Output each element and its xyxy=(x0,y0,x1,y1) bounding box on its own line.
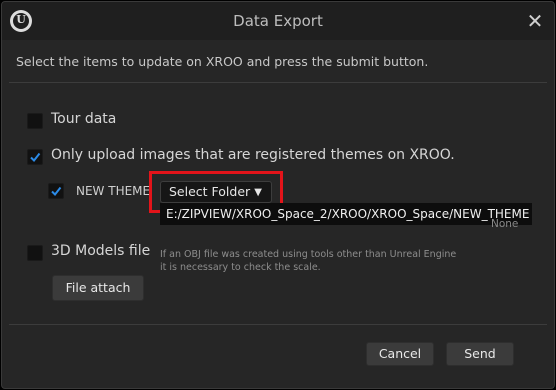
divider xyxy=(9,324,547,325)
close-icon[interactable]: ✕ xyxy=(524,10,546,32)
instruction-text: Select the items to update on XROO and p… xyxy=(16,54,429,69)
note-line-1: If an OBJ file was created using tools o… xyxy=(160,249,457,260)
divider xyxy=(9,82,547,83)
3d-models-label: 3D Models file xyxy=(51,243,151,259)
new-theme-checkbox[interactable] xyxy=(48,183,64,199)
only-registered-checkbox[interactable] xyxy=(27,149,43,165)
file-attach-button[interactable]: File attach xyxy=(52,275,144,301)
none-label: None xyxy=(491,218,519,230)
obj-scale-note: If an OBJ file was created using tools o… xyxy=(160,248,490,274)
tour-data-label: Tour data xyxy=(51,111,117,127)
data-export-dialog: U Data Export ✕ Select the items to upda… xyxy=(1,1,555,389)
tour-data-checkbox[interactable] xyxy=(27,113,43,129)
checkmark-icon xyxy=(51,186,62,197)
note-line-2: it is necessary to check the scale. xyxy=(160,262,321,273)
only-registered-label: Only upload images that are registered t… xyxy=(51,147,455,163)
title-bar[interactable]: U Data Export ✕ xyxy=(2,2,554,40)
cancel-button[interactable]: Cancel xyxy=(366,342,434,366)
dialog-title: Data Export xyxy=(233,12,323,30)
checkmark-icon xyxy=(30,152,41,163)
new-theme-label: NEW THEME xyxy=(76,184,151,198)
3d-models-checkbox[interactable] xyxy=(27,245,43,261)
folder-path-tooltip: E:/ZIPVIEW/XROO_Space_2/XROO/XROO_Space/… xyxy=(160,203,532,225)
send-button[interactable]: Send xyxy=(446,342,514,366)
